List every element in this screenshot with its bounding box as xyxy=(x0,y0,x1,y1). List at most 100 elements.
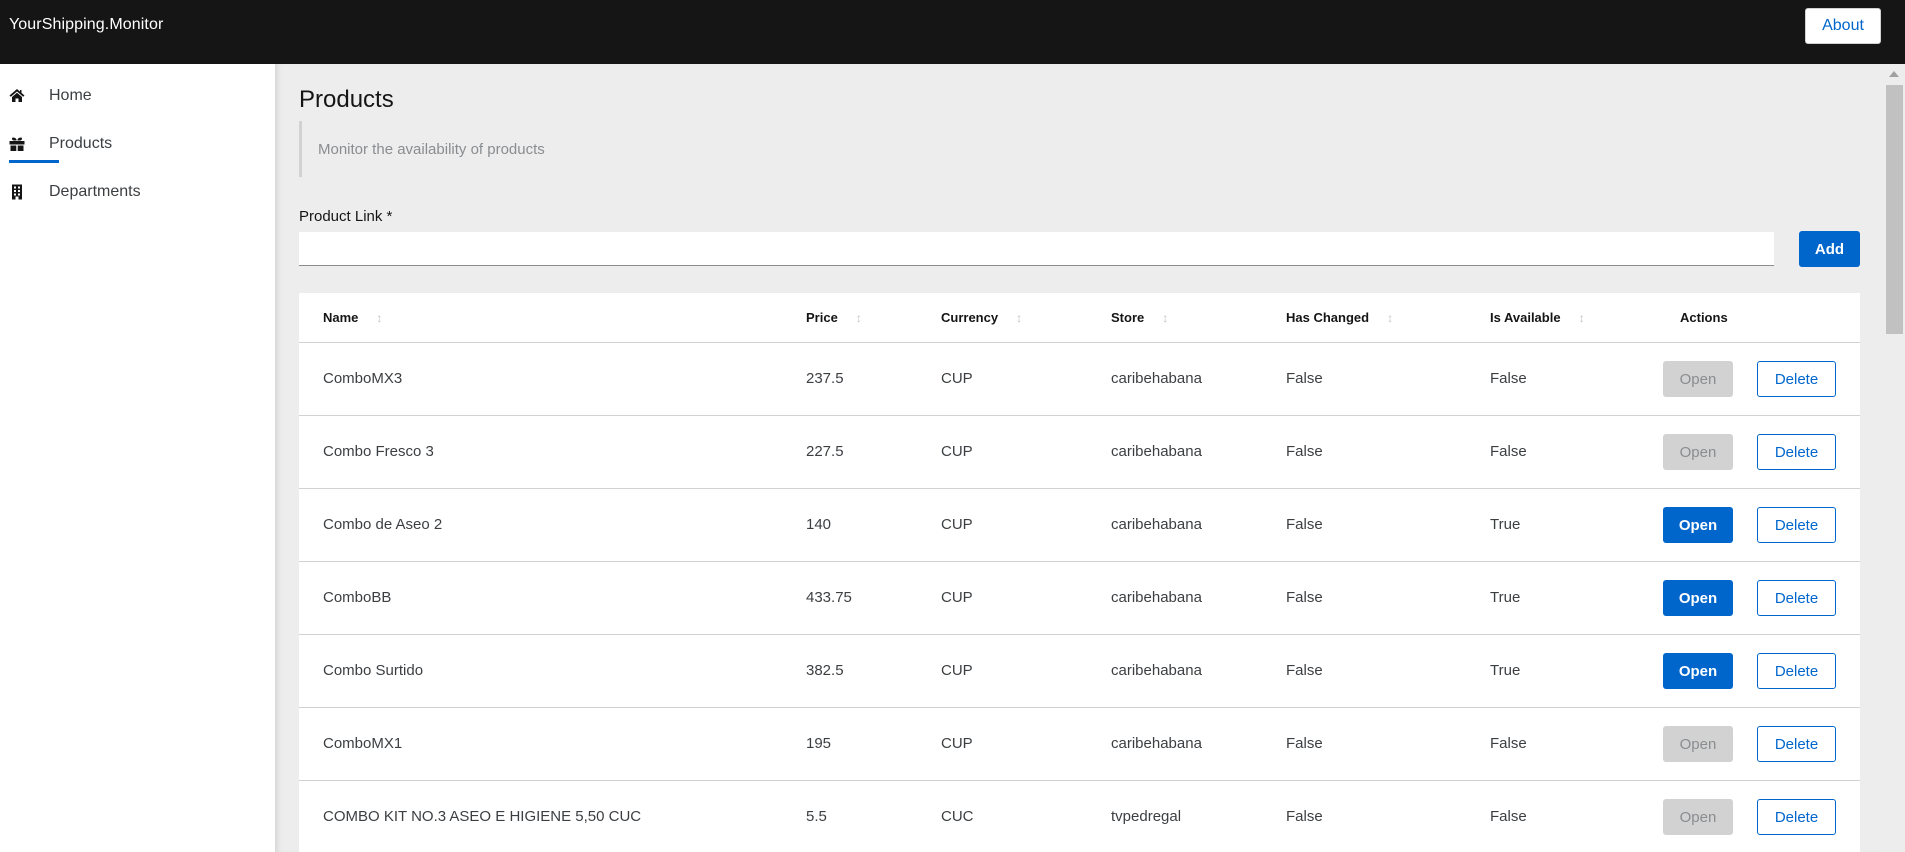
cell-name: COMBO KIT NO.3 ASEO E HIGIENE 5,50 CUC xyxy=(323,808,642,825)
cell-price: 433.75 xyxy=(806,589,852,606)
delete-button[interactable]: Delete xyxy=(1757,799,1836,835)
delete-button[interactable]: Delete xyxy=(1757,507,1836,543)
cell-is-available: True xyxy=(1490,662,1521,679)
app-title[interactable]: YourShipping.Monitor xyxy=(9,16,163,34)
top-navbar: YourShipping.Monitor About xyxy=(0,0,1905,64)
column-header-price[interactable]: Price ↕ xyxy=(806,310,862,325)
cell-has-changed: False xyxy=(1286,370,1323,387)
cell-price: 382.5 xyxy=(806,662,844,679)
column-header-store[interactable]: Store ↕ xyxy=(1111,310,1168,325)
sort-icon[interactable]: ↕ xyxy=(856,311,862,325)
page-title: Products xyxy=(299,86,394,113)
delete-button[interactable]: Delete xyxy=(1757,653,1836,689)
cell-is-available: False xyxy=(1490,370,1527,387)
sidebar-item-products[interactable]: Products xyxy=(0,126,275,166)
cell-name: ComboMX3 xyxy=(323,370,403,387)
scroll-thumb[interactable] xyxy=(1886,85,1903,334)
delete-button[interactable]: Delete xyxy=(1757,434,1836,470)
cell-name: Combo de Aseo 2 xyxy=(323,516,443,533)
table-row: Combo Surtido 382.5 CUP caribehabana False Tr… xyxy=(299,635,1860,708)
cell-store: tvpedregal xyxy=(1111,808,1182,825)
sort-icon[interactable]: ↕ xyxy=(1162,311,1168,325)
cell-is-available: False xyxy=(1490,443,1527,460)
cell-store: caribehabana xyxy=(1111,516,1202,533)
open-button[interactable]: Open xyxy=(1663,507,1733,543)
table-row: COMBO KIT NO.3 ASEO E HIGIENE 5,50 CUC 5.… xyxy=(299,781,1860,852)
cell-has-changed: False xyxy=(1286,443,1323,460)
open-button: Open xyxy=(1663,799,1733,835)
cell-is-available: False xyxy=(1490,735,1527,752)
cell-is-available: False xyxy=(1490,808,1527,825)
sort-icon[interactable]: ↕ xyxy=(1016,311,1022,325)
table-row: ComboMX1 195 CUP caribehabana False False Open… xyxy=(299,708,1860,781)
cell-price: 237.5 xyxy=(806,370,844,387)
cell-store: caribehabana xyxy=(1111,589,1202,606)
cell-store: caribehabana xyxy=(1111,370,1202,387)
open-button: Open xyxy=(1663,726,1733,762)
table-body: ComboMX3 237.5 CUP caribehabana False False Op… xyxy=(299,343,1860,852)
cell-price: 5.5 xyxy=(806,808,827,825)
sidebar: Home Products Departments xyxy=(0,64,275,852)
cell-price: 140 xyxy=(806,516,832,533)
sidebar-item-label: Home xyxy=(49,87,92,104)
sidebar-item-home[interactable]: Home xyxy=(0,78,275,118)
delete-button[interactable]: Delete xyxy=(1757,726,1836,762)
cell-is-available: True xyxy=(1490,516,1521,533)
cell-currency: CUP xyxy=(941,735,973,752)
delete-button[interactable]: Delete xyxy=(1757,580,1836,616)
delete-button[interactable]: Delete xyxy=(1757,361,1836,397)
scroll-up-arrow-icon[interactable] xyxy=(1889,71,1899,77)
open-button[interactable]: Open xyxy=(1663,653,1733,689)
sidebar-item-departments[interactable]: Departments xyxy=(0,174,275,214)
column-header-is-available[interactable]: Is Available ↕ xyxy=(1490,310,1585,325)
main-content: Products Monitor the availability of pro… xyxy=(275,64,1885,852)
cell-price: 227.5 xyxy=(806,443,844,460)
cell-name: Combo Surtido xyxy=(323,662,424,679)
cell-has-changed: False xyxy=(1286,516,1323,533)
cell-name: ComboMX1 xyxy=(323,735,403,752)
sort-icon[interactable]: ↕ xyxy=(1387,311,1393,325)
about-button[interactable]: About xyxy=(1805,8,1881,44)
cell-has-changed: False xyxy=(1286,735,1323,752)
cell-currency: CUP xyxy=(941,662,973,679)
open-button[interactable]: Open xyxy=(1663,580,1733,616)
cell-currency: CUP xyxy=(941,443,973,460)
vertical-scrollbar[interactable] xyxy=(1885,64,1905,852)
home-icon xyxy=(9,89,25,102)
cell-price: 195 xyxy=(806,735,832,752)
gift-icon xyxy=(9,137,25,151)
sidebar-item-label: Departments xyxy=(49,183,141,200)
products-table: Name ↕ Price ↕ Currency ↕ Store ↕ Has Change… xyxy=(299,293,1860,852)
cell-has-changed: False xyxy=(1286,808,1323,825)
cell-currency: CUP xyxy=(941,516,973,533)
cell-is-available: True xyxy=(1490,589,1521,606)
column-header-name[interactable]: Name ↕ xyxy=(323,310,382,325)
product-link-input[interactable] xyxy=(299,232,1774,266)
open-button: Open xyxy=(1663,361,1733,397)
column-header-currency[interactable]: Currency ↕ xyxy=(941,310,1022,325)
sort-icon[interactable]: ↕ xyxy=(1579,311,1585,325)
cell-currency: CUC xyxy=(941,808,974,825)
open-button: Open xyxy=(1663,434,1733,470)
cell-store: caribehabana xyxy=(1111,662,1202,679)
cell-has-changed: False xyxy=(1286,589,1323,606)
cell-store: caribehabana xyxy=(1111,735,1202,752)
page-description: Monitor the availability of products xyxy=(299,121,545,177)
table-row: Combo de Aseo 2 140 CUP caribehabana False Tr… xyxy=(299,489,1860,562)
column-header-has-changed[interactable]: Has Changed ↕ xyxy=(1286,310,1393,325)
table-header: Name ↕ Price ↕ Currency ↕ Store ↕ Has Change… xyxy=(299,293,1860,343)
active-indicator xyxy=(9,160,59,163)
table-row: ComboMX3 237.5 CUP caribehabana False False Op… xyxy=(299,343,1860,416)
add-button[interactable]: Add xyxy=(1799,231,1860,267)
cell-currency: CUP xyxy=(941,370,973,387)
column-header-actions: Actions xyxy=(1680,310,1728,325)
building-icon xyxy=(12,184,22,200)
cell-name: Combo Fresco 3 xyxy=(323,443,434,460)
cell-name: ComboBB xyxy=(323,589,392,606)
product-link-label: Product Link * xyxy=(299,208,393,225)
cell-store: caribehabana xyxy=(1111,443,1202,460)
cell-has-changed: False xyxy=(1286,662,1323,679)
table-row: ComboBB 433.75 CUP caribehabana False True Ope… xyxy=(299,562,1860,635)
sort-icon[interactable]: ↕ xyxy=(376,311,382,325)
cell-currency: CUP xyxy=(941,589,973,606)
